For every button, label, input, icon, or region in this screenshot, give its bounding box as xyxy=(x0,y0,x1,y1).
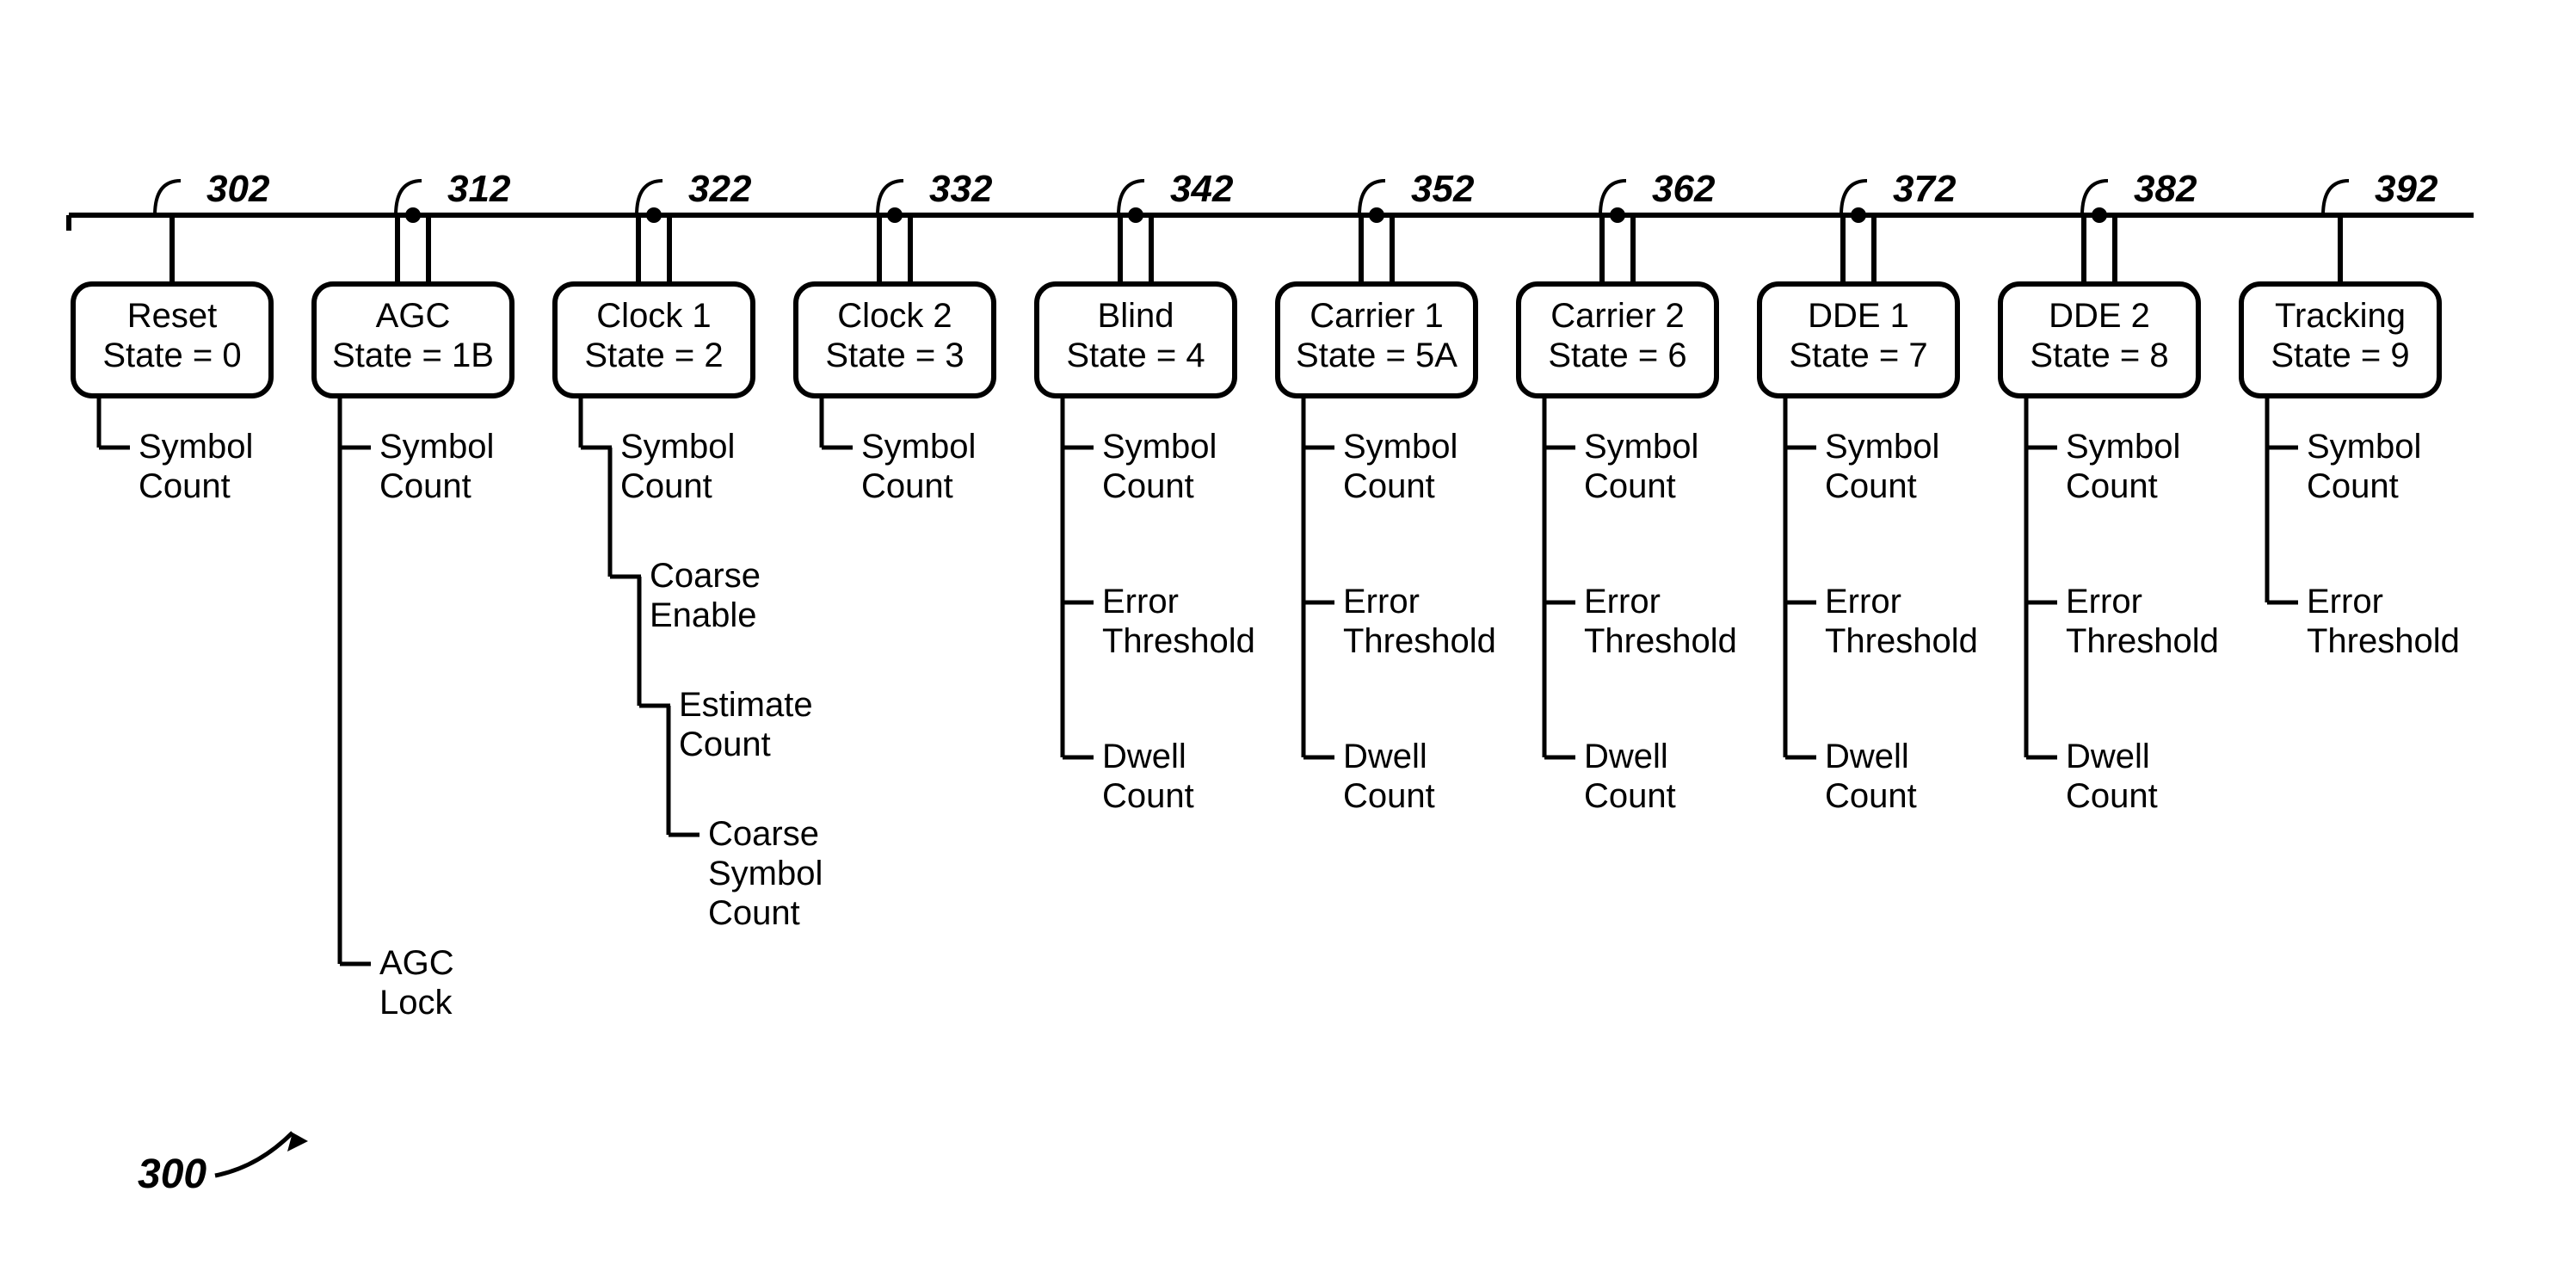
param-text: Error xyxy=(1825,583,1901,621)
state-box-text: Reset xyxy=(127,297,218,335)
param-text: Count xyxy=(861,467,953,505)
state-id-label: 392 xyxy=(2375,168,2438,210)
param-text: Count xyxy=(139,467,231,505)
param-text: Symbol xyxy=(139,428,253,466)
state-id-label: 322 xyxy=(688,168,752,210)
param-text: Symbol xyxy=(1343,428,1457,466)
param-text: Symbol xyxy=(861,428,976,466)
param-text: Enable xyxy=(650,596,757,634)
param-text: Count xyxy=(2307,467,2399,505)
param-text: Estimate xyxy=(679,686,813,724)
param-text: Error xyxy=(1584,583,1661,621)
param-text: Symbol xyxy=(1102,428,1217,466)
param-text: Coarse xyxy=(650,557,761,595)
bus-junction-dot xyxy=(405,207,421,223)
param-text: Count xyxy=(708,894,800,932)
state-id-label: 332 xyxy=(929,168,993,210)
param-text: Symbol xyxy=(2307,428,2421,466)
param-text: Error xyxy=(2307,583,2383,621)
param-text: Count xyxy=(1825,467,1917,505)
param-text: Error xyxy=(2066,583,2142,621)
state-box-text: Clock 2 xyxy=(837,297,952,335)
bus-junction-dot xyxy=(1369,207,1384,223)
state-box-text: Clock 1 xyxy=(596,297,711,335)
state-box-text: AGC xyxy=(376,297,451,335)
state-box-text: State = 7 xyxy=(1789,337,1927,374)
state-box-text: Carrier 2 xyxy=(1550,297,1685,335)
state-box-text: State = 2 xyxy=(584,337,723,374)
state-box-text: Carrier 1 xyxy=(1310,297,1444,335)
param-text: Dwell xyxy=(1584,738,1668,775)
param-text: Count xyxy=(1584,777,1676,815)
state-box-text: State = 9 xyxy=(2271,337,2409,374)
state-box-text: State = 1B xyxy=(332,337,494,374)
param-text: Symbol xyxy=(1825,428,1939,466)
param-text: Count xyxy=(1584,467,1676,505)
state-id-label: 302 xyxy=(206,168,270,210)
param-text: Count xyxy=(2066,777,2158,815)
param-text: Error xyxy=(1343,583,1420,621)
state-box-text: State = 5A xyxy=(1296,337,1457,374)
state-id-label: 362 xyxy=(1652,168,1716,210)
param-text: Coarse xyxy=(708,815,819,853)
state-box-text: Blind xyxy=(1098,297,1174,335)
param-text: Lock xyxy=(379,984,453,1022)
bus-junction-dot xyxy=(2092,207,2107,223)
state-box-text: State = 0 xyxy=(102,337,241,374)
param-text: AGC xyxy=(379,944,454,982)
param-text: Symbol xyxy=(379,428,494,466)
state-diagram: 302ResetState = 0SymbolCount312AGCState … xyxy=(0,0,2576,1272)
param-text: Symbol xyxy=(2066,428,2180,466)
state-id-label: 342 xyxy=(1170,168,1234,210)
state-box-text: State = 8 xyxy=(2030,337,2168,374)
param-text: Count xyxy=(679,726,771,763)
bus-junction-dot xyxy=(887,207,903,223)
param-text: Count xyxy=(1343,467,1435,505)
param-text: Symbol xyxy=(620,428,735,466)
state-box-text: DDE 2 xyxy=(2049,297,2150,335)
param-text: Count xyxy=(1825,777,1917,815)
bus-junction-dot xyxy=(1128,207,1143,223)
param-text: Threshold xyxy=(2066,622,2219,660)
param-text: Error xyxy=(1102,583,1179,621)
state-id-label: 352 xyxy=(1411,168,1475,210)
param-text: Dwell xyxy=(1825,738,1909,775)
figure-arrow xyxy=(215,1133,293,1176)
label-leader xyxy=(155,181,181,215)
param-text: Count xyxy=(1102,467,1194,505)
bus-junction-dot xyxy=(1610,207,1625,223)
param-text: Dwell xyxy=(1102,738,1186,775)
state-box-text: DDE 1 xyxy=(1808,297,1909,335)
bus-junction-dot xyxy=(646,207,662,223)
param-text: Count xyxy=(1343,777,1435,815)
param-text: Count xyxy=(1102,777,1194,815)
figure-label: 300 xyxy=(138,1152,206,1197)
label-leader xyxy=(2323,181,2349,215)
param-text: Threshold xyxy=(1584,622,1737,660)
state-box-text: State = 4 xyxy=(1066,337,1205,374)
bus-junction-dot xyxy=(1851,207,1866,223)
param-text: Threshold xyxy=(2307,622,2460,660)
state-box-text: Tracking xyxy=(2275,297,2406,335)
state-id-label: 312 xyxy=(447,168,511,210)
param-text: Dwell xyxy=(1343,738,1427,775)
param-text: Dwell xyxy=(2066,738,2150,775)
param-text: Count xyxy=(620,467,712,505)
param-text: Count xyxy=(2066,467,2158,505)
state-id-label: 372 xyxy=(1893,168,1957,210)
param-text: Threshold xyxy=(1825,622,1978,660)
param-text: Symbol xyxy=(1584,428,1698,466)
param-text: Threshold xyxy=(1102,622,1255,660)
param-text: Count xyxy=(379,467,471,505)
param-text: Symbol xyxy=(708,855,823,892)
state-id-label: 382 xyxy=(2134,168,2197,210)
param-text: Threshold xyxy=(1343,622,1496,660)
state-box-text: State = 3 xyxy=(825,337,964,374)
state-box-text: State = 6 xyxy=(1548,337,1686,374)
